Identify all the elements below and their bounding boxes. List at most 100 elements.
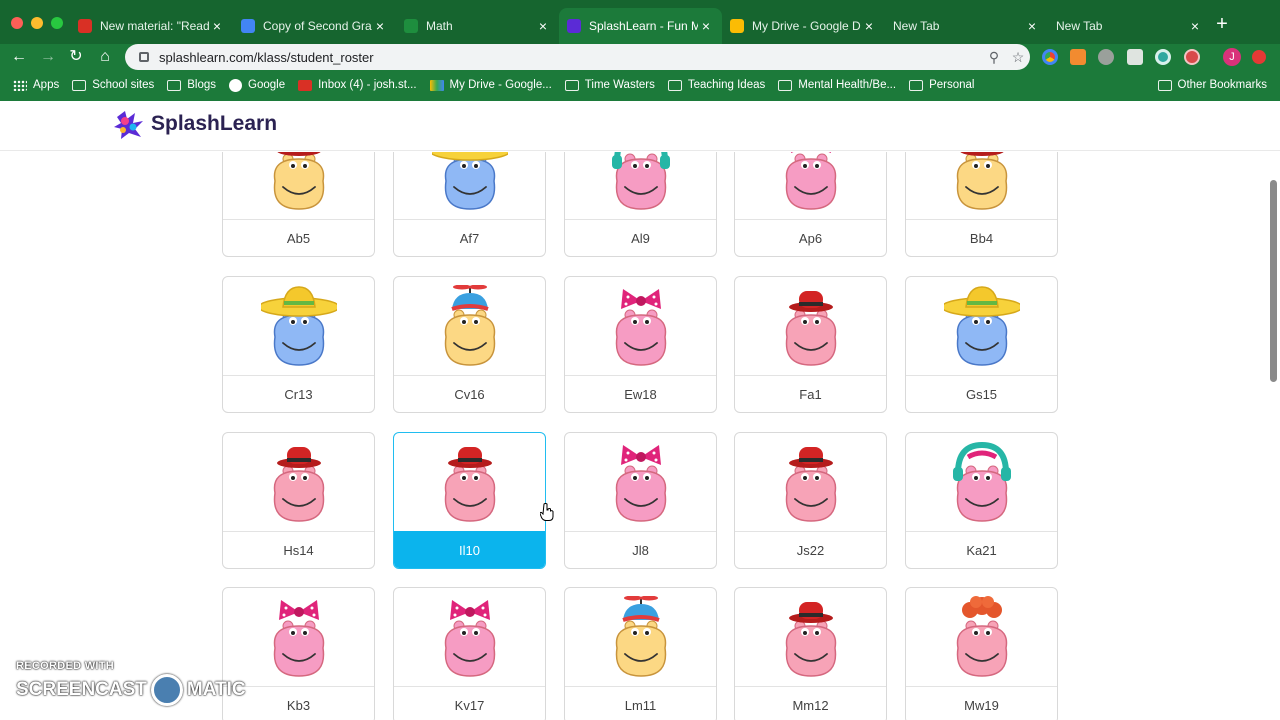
student-name: Al9: [565, 219, 716, 256]
hippo-avatar-icon: [944, 286, 1020, 366]
browser-tab[interactable]: New Tab ×: [1048, 8, 1211, 44]
apps-grid-icon: [13, 79, 27, 91]
forward-button[interactable]: →: [38, 47, 58, 67]
close-window-button[interactable]: [11, 17, 23, 29]
student-card[interactable]: Ap6: [734, 152, 887, 257]
student-avatar: [906, 588, 1057, 685]
profile-avatar[interactable]: J: [1223, 48, 1241, 66]
browser-tab[interactable]: Copy of Second Gra ×: [233, 8, 396, 44]
bookmark-label: Mental Health/Be...: [798, 79, 897, 91]
splashlearn-logo[interactable]: SplashLearn: [113, 109, 277, 139]
student-card[interactable]: Lm11: [564, 587, 717, 720]
update-icon[interactable]: [1252, 50, 1266, 64]
extension-icon[interactable]: [1098, 49, 1114, 65]
student-card[interactable]: Mm12: [734, 587, 887, 720]
site-header: SplashLearn: [0, 101, 1280, 151]
student-card[interactable]: Bb4: [905, 152, 1058, 257]
student-name: Fa1: [735, 375, 886, 412]
bookmark-label: Apps: [33, 79, 60, 91]
bookmark-item[interactable]: Blogs: [167, 79, 216, 91]
bookmark-item[interactable]: Inbox (4) - josh.st...: [298, 79, 417, 91]
extension-icon[interactable]: [1155, 49, 1171, 65]
student-avatar: [906, 277, 1057, 374]
close-tab-icon[interactable]: ×: [1024, 18, 1040, 34]
student-card[interactable]: Ab5: [222, 152, 375, 257]
bookmark-label: Personal: [929, 79, 975, 91]
student-avatar: [906, 152, 1057, 218]
hippo-avatar-icon: [956, 596, 1008, 677]
bookmark-item[interactable]: My Drive - Google...: [429, 79, 552, 91]
zoom-icon[interactable]: ⚲: [982, 49, 1006, 66]
url-text: splashlearn.com/klass/student_roster: [159, 49, 374, 65]
hippo-avatar-icon: [785, 447, 837, 522]
student-roster: Ab5 Af7 Al9 Ap6 Bb4 Cr13 Cv16 Ew18 Fa1 Gs15 Hs14 Il…: [0, 152, 1280, 720]
bookmark-item[interactable]: Apps: [13, 79, 59, 91]
close-tab-icon[interactable]: ×: [372, 18, 388, 34]
student-card[interactable]: Ka21: [905, 432, 1058, 569]
student-card[interactable]: Ew18: [564, 276, 717, 413]
close-tab-icon[interactable]: ×: [535, 18, 551, 34]
browser-tab[interactable]: SplashLearn - Fun M ×: [559, 8, 722, 44]
address-bar[interactable]: splashlearn.com/klass/student_roster ⚲ ☆: [125, 44, 1030, 70]
bookmark-star-icon[interactable]: ☆: [1006, 49, 1030, 66]
student-card[interactable]: Cv16: [393, 276, 546, 413]
close-tab-icon[interactable]: ×: [1187, 18, 1203, 34]
browser-tab[interactable]: New material: "Read ×: [70, 8, 233, 44]
student-card[interactable]: Il10: [393, 432, 546, 569]
browser-tab[interactable]: New Tab ×: [885, 8, 1048, 44]
student-card[interactable]: Kv17: [393, 587, 546, 720]
extension-icon[interactable]: [1184, 49, 1200, 65]
classroom-icon: [404, 19, 418, 33]
bookmark-label: Time Wasters: [584, 79, 655, 91]
student-card[interactable]: Cr13: [222, 276, 375, 413]
student-avatar: [394, 433, 545, 530]
bookmark-item[interactable]: Time Wasters: [564, 79, 655, 91]
minimize-window-button[interactable]: [31, 17, 43, 29]
other-bookmarks-label: Other Bookmarks: [1177, 79, 1267, 91]
student-avatar: [394, 152, 545, 218]
bookmark-item[interactable]: Teaching Ideas: [667, 79, 765, 91]
tab-title: My Drive - Google D: [752, 19, 861, 33]
extension-icon[interactable]: [1070, 49, 1086, 65]
extension-icon[interactable]: [1127, 49, 1143, 65]
close-tab-icon[interactable]: ×: [209, 18, 225, 34]
browser-tab[interactable]: Math ×: [396, 8, 559, 44]
close-tab-icon[interactable]: ×: [698, 18, 714, 34]
other-bookmarks[interactable]: Other Bookmarks: [1157, 74, 1267, 96]
student-card[interactable]: Hs14: [222, 432, 375, 569]
bookmark-item[interactable]: Google: [229, 78, 285, 92]
hippo-avatar-icon: [612, 152, 670, 210]
hand-cursor-icon: [540, 503, 554, 521]
brand-name: SplashLearn: [151, 112, 278, 135]
reload-button[interactable]: ↻: [66, 47, 86, 67]
hippo-avatar-icon: [785, 602, 837, 677]
folder-icon: [72, 79, 87, 91]
student-card[interactable]: Al9: [564, 152, 717, 257]
watermark-screencast: SCREENCAST: [16, 679, 147, 700]
bookmark-item[interactable]: Mental Health/Be...: [778, 79, 896, 91]
gmail-icon: [298, 79, 313, 91]
student-card[interactable]: Jl8: [564, 432, 717, 569]
hippo-avatar-icon: [785, 152, 837, 210]
home-button[interactable]: ⌂: [95, 47, 115, 67]
maximize-window-button[interactable]: [51, 17, 63, 29]
new-tab-button[interactable]: +: [1212, 14, 1232, 34]
splashlearn-icon: [567, 19, 581, 33]
hippo-avatar-icon: [273, 447, 325, 522]
browser-chrome: New material: "Read × Copy of Second Gra × M…: [0, 0, 1280, 101]
scrollbar-thumb[interactable]: [1270, 180, 1277, 382]
browser-tab[interactable]: My Drive - Google D ×: [722, 8, 885, 44]
close-tab-icon[interactable]: ×: [861, 18, 877, 34]
bookmark-item[interactable]: Personal: [909, 79, 974, 91]
student-card[interactable]: Fa1: [734, 276, 887, 413]
student-avatar: [735, 152, 886, 218]
student-card[interactable]: Gs15: [905, 276, 1058, 413]
bookmark-item[interactable]: School sites: [72, 79, 154, 91]
tab-title: New Tab: [1056, 19, 1103, 33]
student-card[interactable]: Mw19: [905, 587, 1058, 720]
student-card[interactable]: Af7: [393, 152, 546, 257]
extension-icon[interactable]: [1042, 49, 1058, 65]
back-button[interactable]: ←: [9, 47, 29, 67]
student-card[interactable]: Js22: [734, 432, 887, 569]
google-icon: [229, 78, 243, 92]
